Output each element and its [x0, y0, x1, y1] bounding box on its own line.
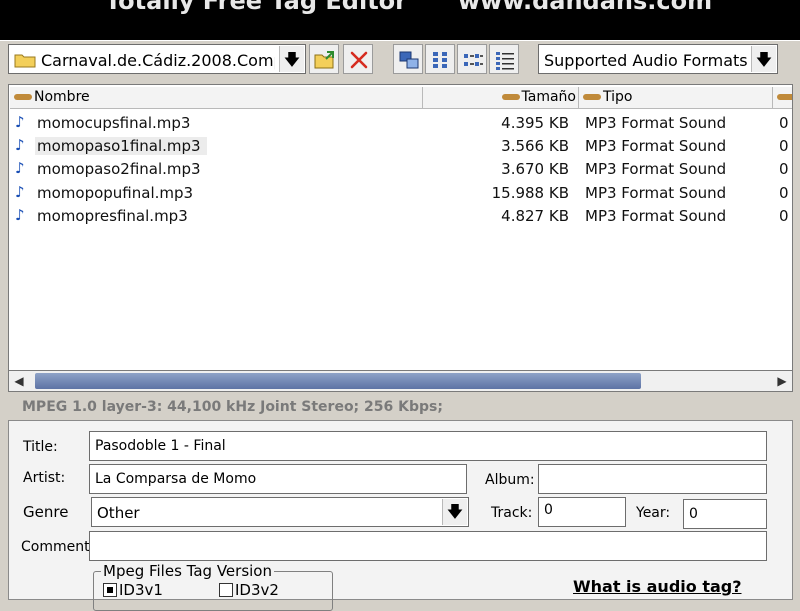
table-row-selected[interactable]: ♪ momopaso1final.mp3 3.566 KB MP3 Format…	[13, 135, 790, 158]
table-row[interactable]: ♪ momocupsfinal.mp3 4.395 KB MP3 Format …	[13, 112, 790, 135]
arrow-down-icon: 🡇	[755, 50, 773, 69]
tag-editor-form: Title: Pasodoble 1 - Final Artist: La Co…	[8, 420, 793, 611]
folder-path-combobox[interactable]: Carnaval.de.Cádiz.2008.Comp 🡇	[8, 44, 306, 74]
id3v1-checkbox[interactable]	[103, 583, 117, 597]
delete-icon	[350, 51, 368, 69]
title-input[interactable]: Pasodoble 1 - Final	[89, 431, 767, 461]
column-header-date[interactable]	[773, 87, 792, 109]
title-label: Title:	[23, 439, 58, 455]
file-type: MP3 Format Sound	[585, 114, 727, 132]
scrollbar-thumb[interactable]	[35, 373, 641, 389]
table-row[interactable]: ♪ momopopufinal.mp3 15.988 KB MP3 Format…	[13, 182, 790, 205]
file-name: momopopufinal.mp3	[37, 184, 194, 202]
folder-path-text: Carnaval.de.Cádiz.2008.Comp	[41, 51, 275, 70]
file-date: 0	[779, 160, 789, 178]
file-date: 0	[779, 207, 789, 225]
music-note-icon: ♪	[15, 206, 25, 224]
large-icons-view-button[interactable]	[393, 44, 423, 74]
what-is-audio-tag-link[interactable]: What is audio tag?	[573, 577, 742, 596]
file-name: momocupsfinal.mp3	[37, 114, 191, 132]
file-type: MP3 Format Sound	[585, 184, 727, 202]
file-date: 0	[779, 114, 789, 132]
id3v1-label: ID3v1	[119, 581, 163, 599]
table-row[interactable]: ♪ momopaso2final.mp3 3.670 KB MP3 Format…	[13, 158, 790, 181]
arrow-down-icon: 🡇	[283, 50, 301, 69]
year-label: Year:	[636, 505, 671, 521]
file-type: MP3 Format Sound	[585, 160, 727, 178]
checked-mark-icon	[107, 587, 113, 593]
list-view-button[interactable]	[457, 44, 487, 74]
track-input[interactable]: 0	[538, 497, 626, 527]
file-list[interactable]: Nombre Tamaño Tipo ♪ momocupsfinal.mp3 4…	[8, 84, 793, 392]
genre-dropdown-button[interactable]: 🡇	[442, 499, 467, 525]
file-name: momopaso2final.mp3	[37, 160, 201, 178]
file-size: 3.670 KB	[501, 160, 569, 178]
sort-icon	[583, 94, 601, 100]
table-row[interactable]: ♪ momopresfinal.mp3 4.827 KB MP3 Format …	[13, 205, 790, 228]
horizontal-scrollbar[interactable]: ◀ ▶	[8, 370, 793, 392]
large-icons-icon	[399, 51, 419, 69]
small-icons-icon	[433, 52, 447, 68]
file-size: 4.827 KB	[501, 207, 569, 225]
id3v2-checkbox[interactable]	[219, 583, 233, 597]
genre-label: Genre	[23, 503, 69, 521]
format-filter-dropdown-button[interactable]: 🡇	[751, 46, 776, 72]
app-url: www.dandans.com	[458, 0, 713, 15]
column-header-type[interactable]: Tipo	[579, 87, 773, 109]
comment-input[interactable]	[89, 531, 767, 561]
album-label: Album:	[485, 472, 535, 488]
album-input[interactable]	[538, 464, 767, 494]
scroll-left-icon[interactable]: ◀	[9, 371, 29, 391]
music-note-icon: ♪	[15, 136, 25, 154]
file-size: 4.395 KB	[501, 114, 569, 132]
column-header-name[interactable]: Nombre	[10, 87, 423, 109]
track-label: Track:	[491, 505, 533, 521]
music-note-icon: ♪	[15, 183, 25, 201]
year-input[interactable]: 0	[683, 499, 767, 529]
sort-icon	[777, 94, 792, 100]
file-type: MP3 Format Sound	[585, 137, 727, 155]
audio-info-status: MPEG 1.0 layer-3: 44,100 kHz Joint Stere…	[22, 399, 443, 415]
sort-icon	[14, 94, 32, 100]
genre-value: Other	[97, 504, 140, 522]
artist-label: Artist:	[23, 470, 66, 486]
format-filter-combobox[interactable]: Supported Audio Formats 🡇	[538, 44, 778, 74]
details-view-button[interactable]	[489, 44, 519, 74]
file-size: 15.988 KB	[491, 184, 569, 202]
file-size: 3.566 KB	[501, 137, 569, 155]
small-icons-view-button[interactable]	[425, 44, 455, 74]
file-name: momopaso1final.mp3	[35, 137, 207, 155]
artist-input[interactable]: La Comparsa de Momo	[89, 464, 467, 494]
app-title: Totally Free Tag Editor	[105, 0, 408, 15]
column-header-size[interactable]: Tamaño	[423, 87, 579, 109]
open-folder-icon	[314, 51, 334, 69]
file-type: MP3 Format Sound	[585, 207, 727, 225]
delete-button[interactable]	[343, 44, 373, 74]
format-filter-text: Supported Audio Formats	[544, 51, 747, 70]
folder-icon	[14, 54, 36, 68]
file-date: 0	[779, 184, 789, 202]
scroll-right-icon[interactable]: ▶	[772, 371, 792, 391]
arrow-down-icon: 🡇	[446, 502, 464, 521]
id3v2-label: ID3v2	[235, 581, 279, 599]
details-view-icon	[496, 52, 514, 70]
music-note-icon: ♪	[15, 159, 25, 177]
music-note-icon: ♪	[15, 113, 25, 131]
list-view-icon	[464, 54, 483, 66]
sort-icon	[501, 94, 520, 100]
open-folder-button[interactable]	[309, 44, 339, 74]
tag-version-label: Mpeg Files Tag Version	[101, 562, 274, 580]
genre-combobox[interactable]: Other 🡇	[91, 497, 469, 527]
comment-label: Comment:	[21, 539, 95, 555]
file-date: 0	[779, 137, 789, 155]
title-bar: Totally Free Tag Editor www.dandans.com	[0, 0, 800, 40]
folder-path-dropdown-button[interactable]: 🡇	[279, 46, 304, 72]
file-name: momopresfinal.mp3	[37, 207, 188, 225]
